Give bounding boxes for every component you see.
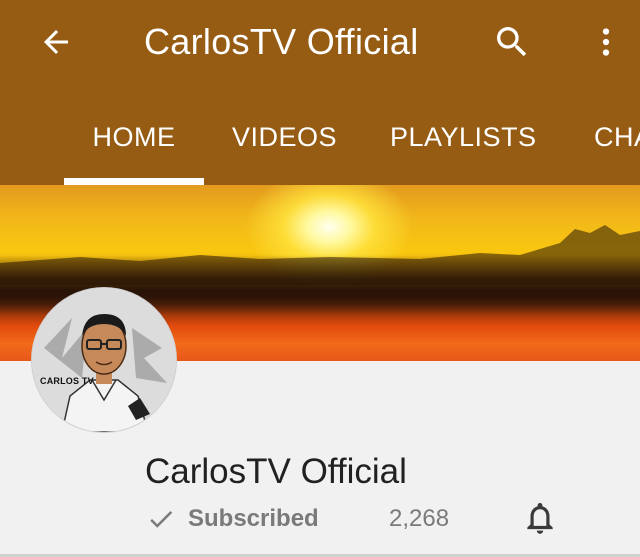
tab-videos[interactable]: VIDEOS [232, 100, 337, 185]
back-arrow-icon [44, 30, 68, 54]
tab-channels[interactable]: CHA [594, 100, 640, 185]
subscribed-button[interactable]: Subscribed [146, 502, 319, 536]
channel-avatar[interactable]: CARLOS TV [32, 288, 176, 432]
more-vert-icon [602, 28, 610, 56]
search-icon [497, 27, 527, 57]
channel-tabs: HOME VIDEOS PLAYLISTS CHA [0, 100, 640, 185]
more-options-button[interactable] [586, 18, 626, 66]
avatar-illustration [32, 288, 176, 432]
subscribed-label: Subscribed [188, 505, 319, 532]
app-bar: CarlosTV Official HOME VIDEOS PLAYLISTS … [0, 0, 640, 185]
page-title: CarlosTV Official [144, 21, 419, 62]
bell-icon [527, 502, 553, 534]
selected-tab-indicator [64, 178, 204, 185]
back-button[interactable] [32, 20, 80, 64]
avatar-logo-text: CARLOS TV [40, 376, 94, 386]
subscriber-count: 2,268 [389, 505, 450, 532]
tab-playlists[interactable]: PLAYLISTS [390, 100, 537, 185]
tab-home[interactable]: HOME [64, 100, 204, 185]
notification-bell-button[interactable] [520, 496, 560, 540]
channel-name: CarlosTV Official [145, 452, 407, 491]
check-icon [146, 504, 176, 534]
search-button[interactable] [488, 18, 536, 66]
